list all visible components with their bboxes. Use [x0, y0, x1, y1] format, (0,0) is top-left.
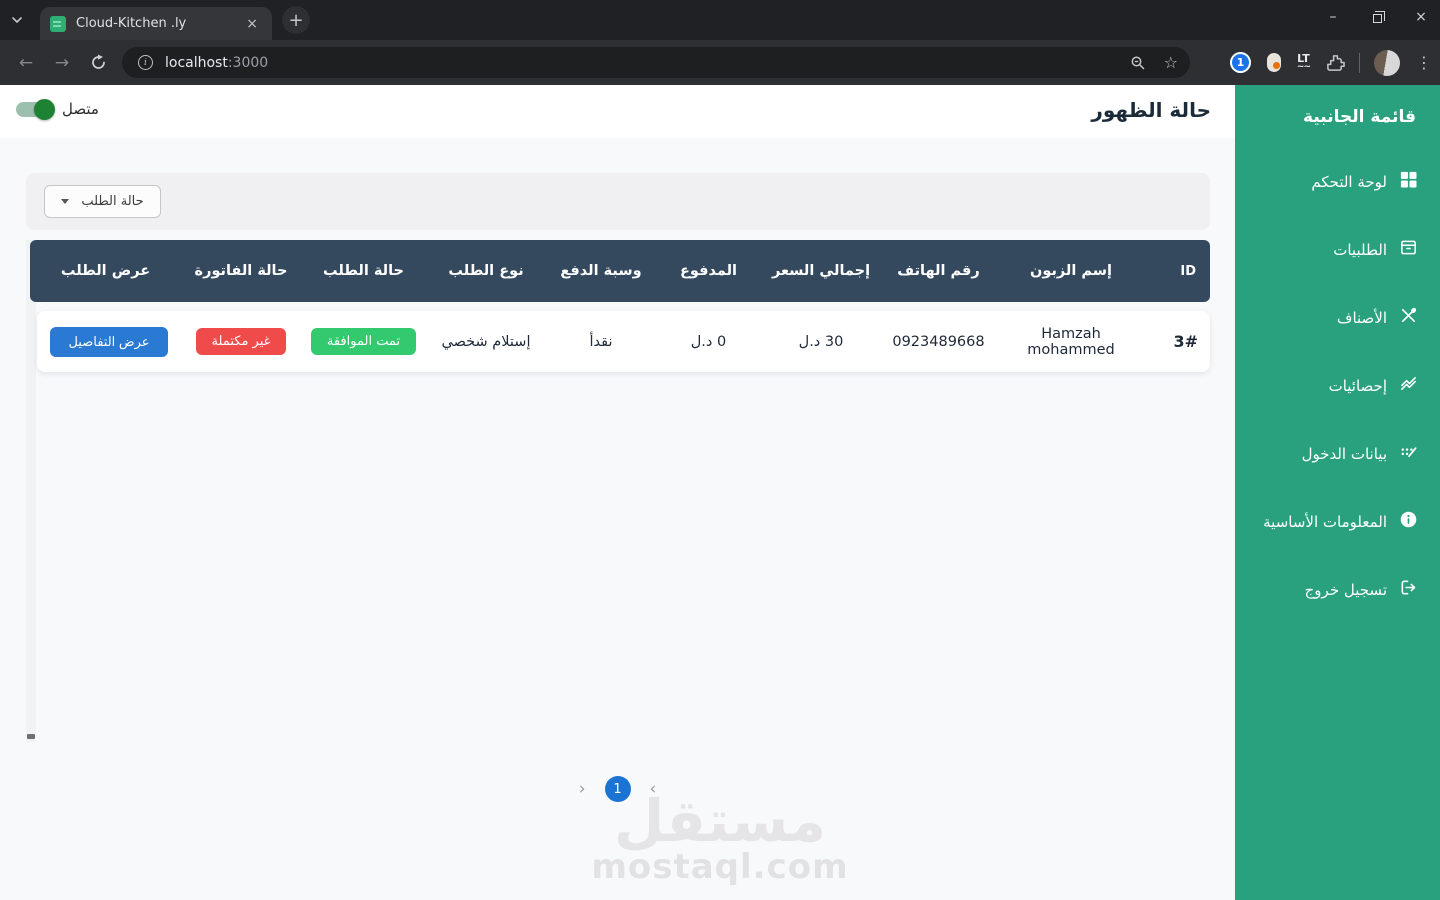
- view-order-cell: عرض التفاصيل: [37, 326, 181, 357]
- address-bar[interactable]: i localhost:3000 ☆: [122, 47, 1190, 78]
- tab-title: Cloud-Kitchen .ly: [76, 16, 187, 31]
- reload-button[interactable]: [86, 51, 110, 75]
- customer-name-cell: Hamzah mohammed: [1027, 325, 1115, 358]
- sidebar-item-dashboard[interactable]: لوحة التحكم: [1235, 158, 1440, 205]
- browser-tab-strip: Cloud-Kitchen .ly × + – ×: [0, 0, 1440, 40]
- sidebar-item-label: الأصناف: [1336, 308, 1387, 327]
- zoom-magnifier-icon[interactable]: [1130, 55, 1146, 71]
- minimize-button[interactable]: –: [1322, 6, 1344, 28]
- scrollbar-thumb[interactable]: [27, 734, 35, 739]
- pagination-prev-chevron-icon[interactable]: ‹: [650, 780, 657, 798]
- order-status-badge: تمت الموافقة: [310, 328, 417, 355]
- order-type-cell: إستلام شخصي: [441, 333, 531, 350]
- tab-search-chevron-icon[interactable]: [10, 12, 30, 28]
- column-header-customer: إسم الزبون: [1030, 263, 1112, 279]
- column-header-payment: وسبة الدفع: [560, 263, 642, 279]
- sidebar-item-label: الطلبيات: [1333, 240, 1387, 259]
- info-icon: [1399, 510, 1418, 533]
- pagination-page-1[interactable]: 1: [604, 776, 631, 802]
- close-window-button[interactable]: ×: [1410, 6, 1432, 28]
- pagination: › 1 ‹: [0, 776, 1235, 802]
- invoice-status-cell: غير مكتملة: [181, 328, 301, 355]
- column-header-paid: المدفوع: [679, 263, 737, 279]
- window-controls: – ×: [1322, 6, 1432, 28]
- browser-menu-kebab-icon[interactable]: ⋮: [1408, 53, 1440, 72]
- column-header-id: ID: [1180, 263, 1196, 279]
- sidebar-item-logout[interactable]: تسجيل خروج: [1235, 566, 1440, 613]
- browser-toolbar: ← → i localhost:3000 ☆ 1 LT ~~ ⋮: [0, 40, 1440, 85]
- url-port: :3000: [227, 54, 269, 71]
- dashboard-icon: [1399, 170, 1418, 193]
- restore-icon: [1372, 10, 1385, 23]
- browser-tab[interactable]: Cloud-Kitchen .ly ×: [40, 7, 272, 40]
- orders-icon: [1399, 238, 1418, 261]
- table-row: 3# Hamzah mohammed 0923489668 30 د.ل 0 د…: [37, 311, 1210, 372]
- toggle-knob-icon: [34, 98, 55, 120]
- column-header-view-order: عرض الطلب: [60, 263, 151, 279]
- page-info-icon[interactable]: i: [138, 55, 153, 70]
- sidebar-item-categories[interactable]: الأصناف: [1235, 294, 1440, 341]
- bookmark-star-icon[interactable]: ☆: [1164, 53, 1178, 72]
- new-tab-button[interactable]: +: [282, 6, 310, 34]
- tab-close-icon[interactable]: ×: [242, 16, 262, 32]
- extensions-puzzle-icon[interactable]: [1326, 53, 1345, 72]
- online-toggle-label: متصل: [62, 100, 99, 118]
- order-status-filter-select[interactable]: حالة الطلب: [44, 185, 161, 218]
- extensions-area: 1 LT ~~ ⋮: [1222, 40, 1440, 85]
- sidebar-item-label: إحصائيات: [1328, 376, 1387, 395]
- column-header-total: إجمالي السعر: [771, 263, 871, 279]
- logout-icon: [1399, 578, 1418, 601]
- languagetool-extension-icon[interactable]: LT ~~: [1297, 53, 1311, 72]
- profile-avatar[interactable]: [1374, 49, 1400, 76]
- categories-utensils-icon: [1399, 306, 1418, 329]
- forward-button[interactable]: →: [50, 51, 74, 75]
- restore-button[interactable]: [1366, 6, 1388, 28]
- sidebar-item-label: بيانات الدخول: [1301, 444, 1387, 463]
- sidebar-item-credentials[interactable]: بيانات الدخول: [1235, 430, 1440, 477]
- toolbar-separator: [1359, 52, 1360, 73]
- sidebar: قائمة الجانبية لوحة التحكم الطلبيات الأص…: [1235, 85, 1440, 900]
- column-header-order-status: حالة الطلب: [323, 263, 404, 279]
- view-details-button[interactable]: عرض التفاصيل: [50, 326, 168, 357]
- sidebar-item-label: المعلومات الأساسية: [1263, 512, 1387, 531]
- online-toggle-group: متصل: [16, 98, 99, 120]
- total-price-cell: 30 د.ل: [798, 333, 844, 350]
- paid-amount-cell: 0 د.ل: [690, 333, 727, 350]
- column-header-order-type: نوع الطلب: [448, 263, 524, 279]
- column-header-phone: رقم الهاتف: [897, 263, 980, 279]
- sidebar-title: قائمة الجانبية: [1303, 107, 1416, 127]
- onepassword-extension-icon[interactable]: 1: [1229, 52, 1251, 73]
- sidebar-item-basic-info[interactable]: المعلومات الأساسية: [1235, 498, 1440, 545]
- page-title: حالة الظهور: [1091, 98, 1211, 122]
- sidebar-item-label: لوحة التحكم: [1311, 172, 1387, 191]
- invoice-status-badge: غير مكتملة: [195, 328, 287, 355]
- statistics-icon: [1399, 374, 1418, 397]
- url-host: localhost: [165, 54, 228, 71]
- sidebar-item-orders[interactable]: الطلبيات: [1235, 226, 1440, 273]
- table-header-row: ID إسم الزبون رقم الهاتف إجمالي السعر ال…: [30, 240, 1210, 302]
- column-header-invoice-status: حالة الفاتورة: [194, 263, 288, 279]
- table-scrollbar[interactable]: [26, 240, 36, 742]
- phone-cell: 0923489668: [892, 333, 985, 350]
- filter-select-label: حالة الطلب: [81, 194, 144, 209]
- online-toggle[interactable]: [16, 98, 55, 120]
- chevron-down-icon: [61, 199, 70, 204]
- order-id-cell: 3#: [1173, 332, 1198, 351]
- filter-bar: حالة الطلب: [26, 173, 1210, 230]
- pagination-next-chevron-icon[interactable]: ›: [579, 780, 586, 798]
- back-button[interactable]: ←: [14, 51, 38, 75]
- sidebar-item-statistics[interactable]: إحصائيات: [1235, 362, 1440, 409]
- sidebar-item-label: تسجيل خروج: [1304, 580, 1387, 599]
- order-status-cell: تمت الموافقة: [301, 328, 426, 355]
- page-header: حالة الظهور متصل: [0, 85, 1235, 138]
- credentials-icon: [1399, 442, 1418, 465]
- orange-dot-extension-icon[interactable]: [1266, 53, 1281, 72]
- payment-method-cell: نقدأ: [589, 333, 613, 350]
- main-content: حالة الظهور متصل حالة الطلب ID إسم الزبو…: [0, 85, 1235, 900]
- site-favicon-icon: [50, 15, 66, 32]
